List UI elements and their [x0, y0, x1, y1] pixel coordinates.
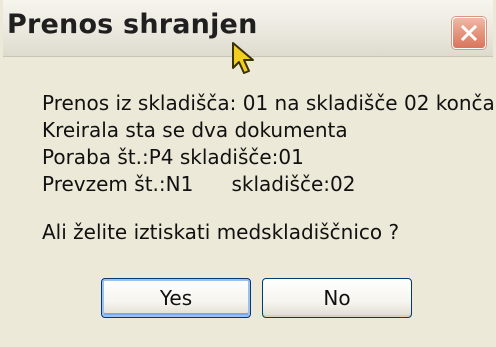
no-button[interactable]: No	[262, 278, 412, 318]
mouse-pointer-icon	[232, 42, 254, 74]
dialog-title: Prenos shranjen	[7, 9, 258, 40]
message-line-consumption: Poraba št.:P4 skladišče:01	[42, 145, 304, 169]
message-question: Ali želite iztiskati medskladiščnico ?	[42, 220, 400, 244]
message-line-transfer: Prenos iz skladišča: 01 na skladišče 02 …	[42, 91, 496, 115]
message-line-documents: Kreirala sta se dva dokumenta	[42, 118, 348, 142]
message-dialog: Prenos shranjen Prenos iz skladišča: 01 …	[0, 0, 496, 347]
close-button[interactable]	[452, 17, 486, 49]
yes-button[interactable]: Yes	[101, 278, 251, 318]
message-line-receipt: Prevzem št.:N1 skladišče:02	[42, 172, 356, 196]
close-icon	[460, 24, 478, 42]
